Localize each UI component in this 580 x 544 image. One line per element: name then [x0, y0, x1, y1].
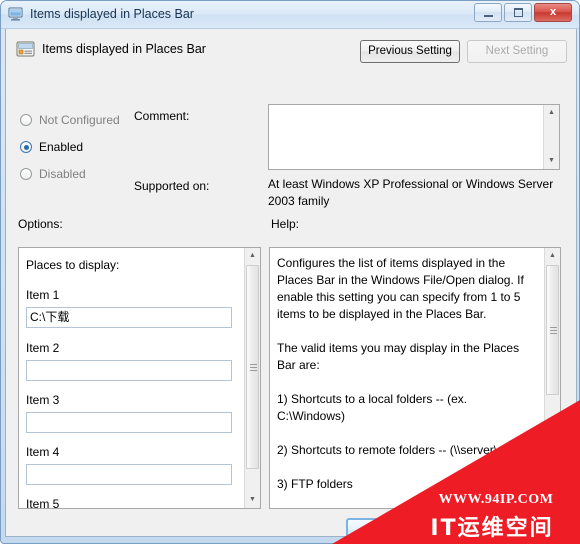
previous-setting-button[interactable]: Previous Setting	[360, 40, 460, 63]
title-bar[interactable]: Items displayed in Places Bar x	[1, 1, 579, 29]
item-4-label: Item 4	[26, 445, 60, 459]
supported-on-value: At least Windows XP Professional or Wind…	[268, 177, 554, 208]
radio-label: Enabled	[39, 140, 84, 154]
comment-scrollbar[interactable]: ▲ ▼	[543, 105, 559, 169]
radio-icon-selected	[20, 141, 32, 153]
help-paragraph: Configures the list of items displayed i…	[277, 256, 524, 321]
radio-label: Disabled	[39, 167, 86, 181]
options-panel[interactable]: Places to display: Item 1 C:\下载 Item 2 I…	[18, 247, 261, 509]
policy-setting-icon	[16, 41, 35, 57]
radio-icon	[20, 114, 32, 126]
radio-label: Not Configured	[39, 113, 120, 127]
item-3-input[interactable]	[26, 412, 232, 433]
maximize-button[interactable]	[504, 3, 532, 22]
item-5-label: Item 5	[26, 497, 60, 509]
minimize-button[interactable]	[474, 3, 502, 22]
scroll-up-icon[interactable]: ▲	[245, 248, 260, 264]
item-3-label: Item 3	[26, 393, 60, 407]
item-1-input[interactable]: C:\下载	[26, 307, 232, 328]
dialog-client-area: Items displayed in Places Bar Previous S…	[5, 29, 579, 542]
close-icon: x	[549, 6, 557, 18]
next-setting-button: Next Setting	[467, 40, 567, 63]
item-2-input[interactable]	[26, 360, 232, 381]
item-4-input[interactable]	[26, 464, 232, 485]
item-1-label: Item 1	[26, 288, 60, 302]
options-scrollbar[interactable]: ▲ ▼	[244, 248, 260, 508]
places-to-display-label: Places to display:	[26, 258, 120, 272]
scrollbar-thumb[interactable]	[546, 265, 559, 395]
radio-enabled[interactable]: Enabled	[20, 140, 83, 154]
help-panel[interactable]: Configures the list of items displayed i…	[269, 247, 561, 509]
radio-not-configured[interactable]: Not Configured	[20, 113, 120, 127]
apply-button[interactable]: Apply	[526, 518, 579, 542]
minimize-icon	[484, 15, 493, 17]
scrollbar-grip-icon	[550, 327, 557, 334]
scrollbar-thumb[interactable]	[246, 265, 259, 469]
scroll-down-icon[interactable]: ▼	[245, 492, 260, 508]
help-content: Configures the list of items displayed i…	[270, 248, 546, 508]
radio-disabled[interactable]: Disabled	[20, 167, 86, 181]
radio-icon	[20, 168, 32, 180]
help-paragraph: The valid items you may display in the P…	[277, 341, 520, 372]
help-paragraph: 3) FTP folders	[277, 477, 353, 491]
computer-icon	[8, 7, 23, 21]
cancel-button[interactable]: Cancel	[436, 518, 516, 542]
scroll-down-icon[interactable]: ▼	[544, 153, 559, 169]
item-2-label: Item 2	[26, 341, 60, 355]
scroll-down-icon[interactable]: ▼	[545, 492, 560, 508]
options-content: Places to display: Item 1 C:\下载 Item 2 I…	[19, 248, 244, 508]
ok-button[interactable]: OK	[346, 518, 426, 542]
scroll-up-icon[interactable]: ▲	[545, 248, 560, 264]
help-paragraph: 1) Shortcuts to a local folders -- (ex. …	[277, 392, 468, 423]
scroll-up-icon[interactable]: ▲	[544, 105, 559, 121]
window-title: Items displayed in Places Bar	[30, 7, 194, 21]
scrollbar-grip-icon	[250, 364, 257, 371]
dialog-window: Items displayed in Places Bar x Items di…	[0, 0, 580, 544]
maximize-icon	[514, 8, 523, 17]
comment-label: Comment:	[134, 109, 190, 123]
setting-title: Items displayed in Places Bar	[42, 42, 206, 56]
comment-textarea[interactable]: ▲ ▼	[268, 104, 560, 170]
close-button[interactable]: x	[534, 3, 572, 22]
help-paragraph: 2) Shortcuts to remote folders -- (\\ser…	[277, 443, 532, 457]
help-label: Help:	[271, 217, 300, 231]
supported-on-label: Supported on:	[134, 179, 210, 193]
options-label: Options:	[18, 217, 63, 231]
help-scrollbar[interactable]: ▲ ▼	[544, 248, 560, 508]
